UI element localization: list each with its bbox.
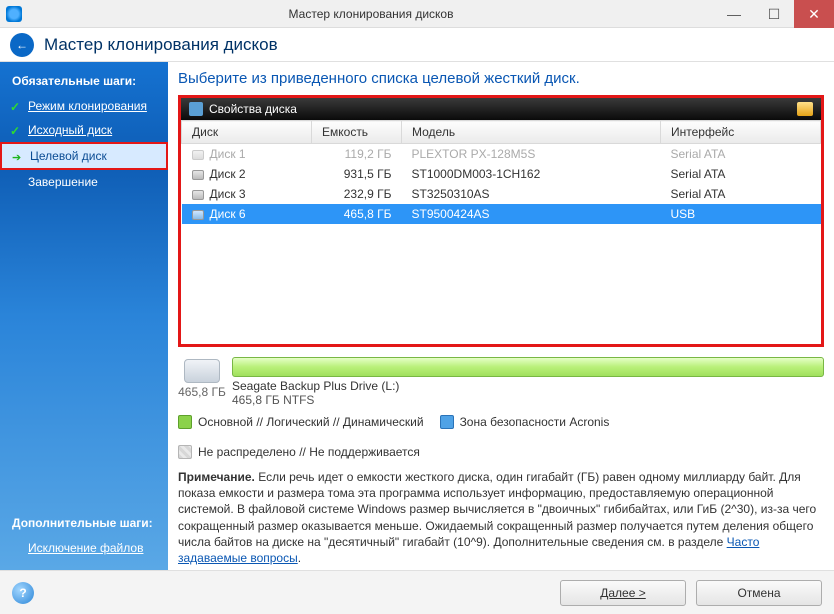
legend-unallocated: Не распределено // Не поддерживается — [178, 445, 420, 459]
col-interface[interactable]: Интерфейс — [661, 121, 821, 144]
step-exclude-files[interactable]: Исключение файлов — [0, 536, 168, 560]
disk-properties-panel: Свойства диска Диск Емкость Модель Интер… — [178, 95, 824, 347]
maximize-button[interactable]: ☐ — [754, 0, 794, 28]
disk-icon — [189, 102, 203, 116]
minimize-button[interactable]: — — [714, 0, 754, 28]
partition-name: Seagate Backup Plus Drive (L:) — [232, 379, 824, 393]
app-icon — [6, 6, 22, 22]
check-icon — [10, 100, 22, 112]
hdd-icon — [184, 359, 220, 383]
sidebar-heading-optional: Дополнительные шаги: — [0, 510, 168, 536]
partition-bar[interactable] — [232, 357, 824, 377]
square-green-icon — [178, 415, 192, 429]
arrow-right-icon — [12, 150, 24, 162]
check-icon — [10, 124, 22, 136]
step-label: Режим клонирования — [28, 99, 147, 113]
disk-table: Диск Емкость Модель Интерфейс Диск 1119,… — [181, 120, 821, 224]
legend-primary: Основной // Логический // Динамический — [178, 415, 424, 429]
col-model[interactable]: Модель — [402, 121, 661, 144]
bullet-icon — [10, 176, 22, 188]
drive-icon — [192, 170, 204, 180]
col-disk[interactable]: Диск — [182, 121, 312, 144]
partition-view: 465,8 ГБ Seagate Backup Plus Drive (L:) … — [178, 357, 824, 407]
drive-icon — [192, 210, 204, 220]
footer: ? Далее > Отмена — [0, 570, 834, 614]
square-gray-icon — [178, 445, 192, 459]
table-row[interactable]: Диск 3232,9 ГБST3250310ASSerial ATA — [182, 184, 821, 204]
step-label: Исключение файлов — [28, 541, 143, 555]
step-source-disk[interactable]: Исходный диск — [0, 118, 168, 142]
table-row[interactable]: Диск 1119,2 ГБPLEXTOR PX-128M5SSerial AT… — [182, 144, 821, 165]
tool-icon[interactable] — [797, 102, 813, 116]
drive-icon — [192, 150, 204, 160]
titlebar: Мастер клонирования дисков — ☐ ✕ — [0, 0, 834, 28]
back-button[interactable]: ← — [10, 33, 34, 57]
legend-secure: Зона безопасности Acronis — [440, 415, 610, 429]
partition-detail: 465,8 ГБ NTFS — [232, 393, 824, 407]
page-header: ← Мастер клонирования дисков — [0, 28, 834, 62]
page-title: Мастер клонирования дисков — [44, 35, 278, 55]
next-button[interactable]: Далее > — [560, 580, 686, 606]
col-capacity[interactable]: Емкость — [312, 121, 402, 144]
step-label: Исходный диск — [28, 123, 112, 137]
step-target-disk[interactable]: Целевой диск — [0, 142, 168, 170]
panel-title: Свойства диска — [209, 102, 297, 116]
table-row[interactable]: Диск 2931,5 ГБST1000DM003-1CH162Serial A… — [182, 164, 821, 184]
close-button[interactable]: ✕ — [794, 0, 834, 28]
step-label: Завершение — [28, 175, 98, 189]
disk-summary: 465,8 ГБ — [178, 357, 226, 399]
legend: Основной // Логический // Динамический З… — [178, 415, 824, 459]
panel-header: Свойства диска — [181, 98, 821, 120]
disk-total: 465,8 ГБ — [178, 385, 226, 399]
sidebar-heading-required: Обязательные шаги: — [0, 68, 168, 94]
step-label: Целевой диск — [30, 149, 107, 163]
note-label: Примечание. — [178, 470, 255, 484]
table-row[interactable]: Диск 6465,8 ГБST9500424ASUSB — [182, 204, 821, 224]
help-button[interactable]: ? — [12, 582, 34, 604]
main-heading: Выберите из приведенного списка целевой … — [178, 70, 824, 87]
cancel-button[interactable]: Отмена — [696, 580, 822, 606]
square-blue-icon — [440, 415, 454, 429]
note-text: Примечание. Если речь идет о емкости жес… — [178, 469, 824, 566]
step-finish[interactable]: Завершение — [0, 170, 168, 194]
sidebar: Обязательные шаги: Режим клонирования Ис… — [0, 62, 168, 570]
drive-icon — [192, 190, 204, 200]
main-panel: Выберите из приведенного списка целевой … — [168, 62, 834, 570]
step-clone-mode[interactable]: Режим клонирования — [0, 94, 168, 118]
window-title: Мастер клонирования дисков — [28, 7, 714, 21]
arrow-left-icon: ← — [16, 38, 28, 52]
steps-list: Режим клонирования Исходный диск Целевой… — [0, 94, 168, 194]
